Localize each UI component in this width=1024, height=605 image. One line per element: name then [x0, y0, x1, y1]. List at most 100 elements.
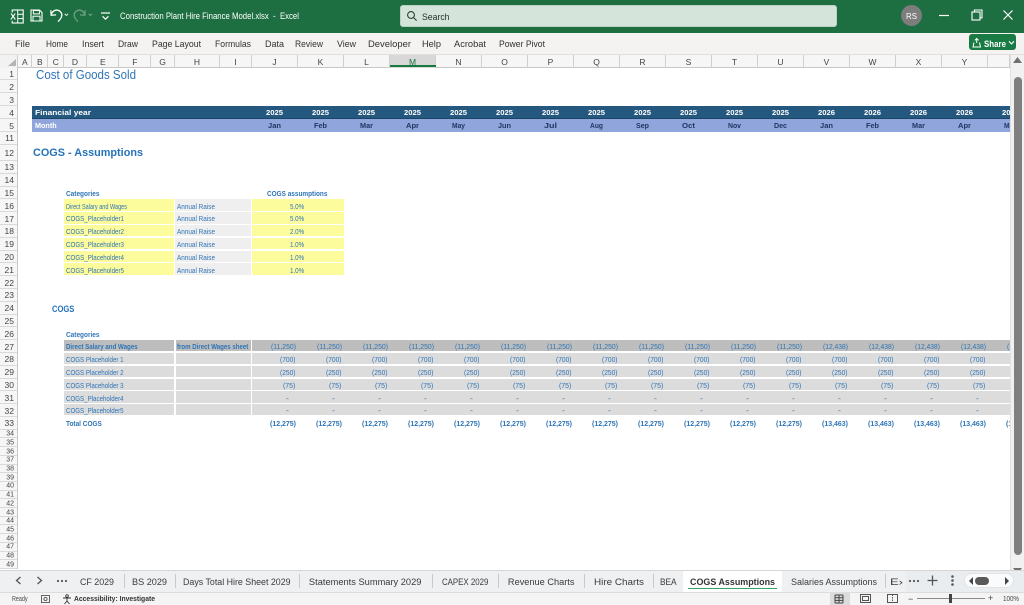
- svg-text:1.0%: 1.0%: [290, 253, 304, 262]
- svg-text:Financial year: Financial year: [35, 108, 91, 117]
- svg-text:RS: RS: [906, 12, 917, 21]
- svg-text:(75): (75): [559, 381, 572, 390]
- svg-text:-: -: [424, 406, 428, 415]
- svg-text:Jan: Jan: [268, 121, 281, 130]
- svg-text:May: May: [452, 121, 466, 130]
- svg-text:(11,250): (11,250): [777, 342, 802, 351]
- svg-text:(700): (700): [464, 355, 480, 364]
- svg-text:-: -: [700, 406, 704, 415]
- svg-text:(11,250): (11,250): [317, 342, 342, 351]
- svg-text:-: -: [470, 406, 474, 415]
- svg-text:(12,275): (12,275): [546, 419, 572, 428]
- svg-text:2025: 2025: [772, 108, 790, 117]
- svg-text:2026: 2026: [910, 108, 927, 117]
- svg-text:-: -: [838, 394, 842, 403]
- svg-text:(11,250): (11,250): [731, 342, 756, 351]
- svg-text:-: -: [332, 406, 336, 415]
- svg-text:-: -: [608, 394, 612, 403]
- svg-text:-: -: [884, 394, 888, 403]
- svg-text:(75): (75): [283, 381, 296, 390]
- svg-text:(250): (250): [326, 368, 342, 377]
- svg-text:2025: 2025: [634, 108, 652, 117]
- svg-text:-: -: [976, 406, 980, 415]
- svg-text:COGS Placeholder 1: COGS Placeholder 1: [65, 355, 123, 364]
- svg-text:Annual Raise: Annual Raise: [177, 253, 215, 262]
- svg-text:-: -: [654, 394, 658, 403]
- svg-text:Direct Salary and Wages: Direct Salary and Wages: [66, 202, 127, 211]
- svg-text:Sep: Sep: [636, 121, 649, 130]
- svg-text:-: -: [286, 394, 290, 403]
- svg-text:(11,250): (11,250): [685, 342, 710, 351]
- svg-text:(250): (250): [602, 368, 618, 377]
- svg-text:(250): (250): [878, 368, 894, 377]
- svg-text:-: -: [332, 394, 336, 403]
- svg-text:(250): (250): [510, 368, 526, 377]
- svg-text:(12,275): (12,275): [592, 419, 618, 428]
- svg-text:(75): (75): [927, 381, 940, 390]
- svg-text:COGS_Placeholder4: COGS_Placeholder4: [66, 253, 124, 262]
- svg-text:(75): (75): [743, 381, 756, 390]
- svg-text:COGS_Placeholder1: COGS_Placeholder1: [66, 214, 124, 223]
- svg-text:Jun: Jun: [498, 121, 511, 130]
- svg-text:-: -: [976, 394, 980, 403]
- svg-text:(250): (250): [832, 368, 848, 377]
- svg-text:Acrobat: Acrobat: [454, 39, 486, 49]
- svg-text:View: View: [337, 39, 356, 49]
- svg-text:(75): (75): [467, 381, 480, 390]
- svg-text:(700): (700): [878, 355, 894, 364]
- svg-text:(700): (700): [694, 355, 710, 364]
- svg-text:Feb: Feb: [866, 121, 879, 130]
- svg-text:(250): (250): [786, 368, 802, 377]
- svg-text:2025: 2025: [358, 108, 376, 117]
- svg-text:(700): (700): [510, 355, 526, 364]
- svg-text:Jul: Jul: [544, 121, 557, 130]
- svg-text:(75): (75): [881, 381, 894, 390]
- svg-text:(250): (250): [372, 368, 388, 377]
- svg-text:2.0%: 2.0%: [290, 227, 304, 236]
- svg-text:Cost of Goods Sold: Cost of Goods Sold: [36, 68, 136, 82]
- svg-text:Mar: Mar: [360, 121, 373, 130]
- svg-text:-: -: [286, 406, 290, 415]
- svg-text:COGS assumptions: COGS assumptions: [267, 189, 328, 198]
- svg-text:-: -: [378, 406, 382, 415]
- svg-text:5.0%: 5.0%: [290, 201, 304, 210]
- svg-text:Annual Raise: Annual Raise: [177, 202, 215, 211]
- svg-text:Share: Share: [984, 39, 1006, 49]
- svg-text:from Direct Wages sheet: from Direct Wages sheet: [176, 342, 248, 351]
- svg-text:Direct Salary and Wages: Direct Salary and Wages: [65, 342, 137, 351]
- svg-text:(250): (250): [694, 368, 710, 377]
- svg-text:Jan: Jan: [820, 121, 833, 130]
- svg-text:(700): (700): [418, 355, 434, 364]
- svg-text:Mar: Mar: [912, 121, 925, 130]
- svg-text:(75): (75): [421, 381, 434, 390]
- svg-text:(12,275): (12,275): [500, 419, 526, 428]
- svg-text:(75): (75): [513, 381, 526, 390]
- svg-text:(700): (700): [740, 355, 756, 364]
- svg-text:Construction Plant Hire Financ: Construction Plant Hire Finance Model.xl…: [120, 11, 299, 21]
- svg-text:100%: 100%: [1003, 594, 1019, 603]
- svg-text:(700): (700): [832, 355, 848, 364]
- svg-text:Categories: Categories: [66, 189, 100, 198]
- svg-text:(11,250): (11,250): [409, 342, 434, 351]
- svg-text:(13,463): (13,463): [914, 419, 940, 428]
- svg-text:(11,250): (11,250): [455, 342, 480, 351]
- svg-text:COGS Placeholder 3: COGS Placeholder 3: [65, 381, 123, 390]
- svg-text:(12,275): (12,275): [684, 419, 710, 428]
- svg-text:-: -: [562, 394, 566, 403]
- svg-text:(75): (75): [973, 381, 986, 390]
- svg-text:Review: Review: [295, 39, 323, 49]
- svg-text:-: -: [516, 406, 520, 415]
- svg-text:File: File: [15, 39, 30, 49]
- svg-text:(250): (250): [970, 368, 986, 377]
- svg-text:-: -: [930, 394, 934, 403]
- svg-text:Data: Data: [265, 39, 285, 49]
- svg-text:Annual Raise: Annual Raise: [177, 227, 215, 236]
- svg-text:(250): (250): [556, 368, 572, 377]
- svg-text:(12,275): (12,275): [270, 419, 296, 428]
- svg-text:Categories: Categories: [66, 330, 100, 339]
- svg-text:(12,275): (12,275): [730, 419, 756, 428]
- svg-text:CAPEX 2029: CAPEX 2029: [442, 577, 489, 587]
- svg-text:2025: 2025: [680, 108, 698, 117]
- svg-text:E›: E›: [890, 577, 903, 587]
- svg-text:(13,463): (13,463): [960, 419, 986, 428]
